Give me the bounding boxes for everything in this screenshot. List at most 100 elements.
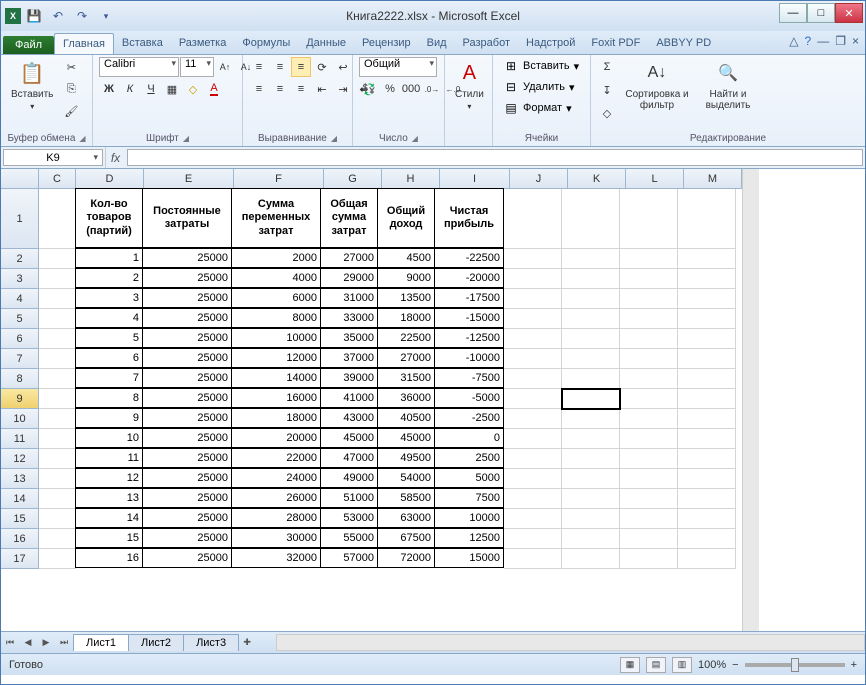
cell-K14[interactable] [562, 489, 620, 509]
horizontal-scrollbar[interactable] [276, 634, 865, 651]
cell-F3[interactable]: 4000 [231, 268, 321, 288]
cell-E1[interactable]: Постоянные затраты [142, 188, 232, 248]
cell-I13[interactable]: 5000 [434, 468, 504, 488]
ribbon-minimize-icon[interactable]: △ [789, 34, 798, 48]
row-header-13[interactable]: 13 [1, 469, 39, 489]
cell-G1[interactable]: Общая сумма затрат [320, 188, 378, 248]
cell-H1[interactable]: Общий доход [377, 188, 435, 248]
cell-E11[interactable]: 25000 [142, 428, 232, 448]
copy-icon[interactable]: ⎘ [61, 79, 81, 99]
row-header-3[interactable]: 3 [1, 269, 39, 289]
cell-C10[interactable] [39, 409, 76, 429]
cell-C14[interactable] [39, 489, 76, 509]
cell-L3[interactable] [620, 269, 678, 289]
cell-F5[interactable]: 8000 [231, 308, 321, 328]
zoom-out-icon[interactable]: − [732, 659, 738, 671]
cell-J9[interactable] [504, 389, 562, 409]
doc-restore-icon[interactable]: ❐ [835, 34, 846, 48]
col-header-E[interactable]: E [144, 169, 234, 189]
decrease-indent-icon[interactable]: ⇤ [312, 79, 332, 99]
row-header-17[interactable]: 17 [1, 549, 39, 569]
cell-F15[interactable]: 28000 [231, 508, 321, 528]
col-header-G[interactable]: G [324, 169, 382, 189]
file-tab[interactable]: Файл [3, 36, 54, 54]
cell-K9[interactable] [562, 389, 620, 409]
cell-F6[interactable]: 10000 [231, 328, 321, 348]
cell-D12[interactable]: 11 [75, 448, 143, 468]
cell-K15[interactable] [562, 509, 620, 529]
cell-I12[interactable]: 2500 [434, 448, 504, 468]
ribbon-tab-2[interactable]: Разметка [171, 33, 235, 54]
cell-D5[interactable]: 4 [75, 308, 143, 328]
cell-D3[interactable]: 2 [75, 268, 143, 288]
cell-C12[interactable] [39, 449, 76, 469]
row-header-5[interactable]: 5 [1, 309, 39, 329]
vertical-scrollbar[interactable] [742, 169, 759, 631]
sheet-tab-2[interactable]: Лист3 [183, 634, 239, 651]
doc-close-icon[interactable]: × [852, 34, 859, 48]
cell-I14[interactable]: 7500 [434, 488, 504, 508]
row-header-16[interactable]: 16 [1, 529, 39, 549]
cell-D13[interactable]: 12 [75, 468, 143, 488]
row-header-2[interactable]: 2 [1, 249, 39, 269]
cell-L4[interactable] [620, 289, 678, 309]
cell-L6[interactable] [620, 329, 678, 349]
number-dialog-icon[interactable]: ◢ [412, 134, 418, 143]
cell-L7[interactable] [620, 349, 678, 369]
cell-G12[interactable]: 47000 [320, 448, 378, 468]
cell-H16[interactable]: 67500 [377, 528, 435, 548]
cell-F11[interactable]: 20000 [231, 428, 321, 448]
cell-D4[interactable]: 3 [75, 288, 143, 308]
cell-L9[interactable] [620, 389, 678, 409]
col-header-L[interactable]: L [626, 169, 684, 189]
row-header-12[interactable]: 12 [1, 449, 39, 469]
cell-H5[interactable]: 18000 [377, 308, 435, 328]
row-header-1[interactable]: 1 [1, 189, 39, 249]
cell-E13[interactable]: 25000 [142, 468, 232, 488]
align-dialog-icon[interactable]: ◢ [331, 134, 337, 143]
cell-G5[interactable]: 33000 [320, 308, 378, 328]
cell-G7[interactable]: 37000 [320, 348, 378, 368]
cell-M7[interactable] [678, 349, 736, 369]
cell-F14[interactable]: 26000 [231, 488, 321, 508]
cell-C15[interactable] [39, 509, 76, 529]
cell-F8[interactable]: 14000 [231, 368, 321, 388]
cell-E2[interactable]: 25000 [142, 248, 232, 268]
cell-M11[interactable] [678, 429, 736, 449]
increase-indent-icon[interactable]: ⇥ [333, 79, 353, 99]
cell-G6[interactable]: 35000 [320, 328, 378, 348]
cell-C7[interactable] [39, 349, 76, 369]
cell-K8[interactable] [562, 369, 620, 389]
styles-button[interactable]: A Стили ▾ [451, 57, 488, 113]
row-header-15[interactable]: 15 [1, 509, 39, 529]
cell-C16[interactable] [39, 529, 76, 549]
cell-D15[interactable]: 14 [75, 508, 143, 528]
cell-C4[interactable] [39, 289, 76, 309]
cell-E8[interactable]: 25000 [142, 368, 232, 388]
cell-C13[interactable] [39, 469, 76, 489]
cell-C6[interactable] [39, 329, 76, 349]
cell-L13[interactable] [620, 469, 678, 489]
cell-H6[interactable]: 22500 [377, 328, 435, 348]
minimize-button[interactable]: — [779, 3, 807, 23]
cell-D8[interactable]: 7 [75, 368, 143, 388]
cell-F13[interactable]: 24000 [231, 468, 321, 488]
clipboard-dialog-icon[interactable]: ◢ [79, 134, 85, 143]
cell-I9[interactable]: -5000 [434, 388, 504, 408]
cell-K10[interactable] [562, 409, 620, 429]
cell-C2[interactable] [39, 249, 76, 269]
col-header-I[interactable]: I [440, 169, 510, 189]
font-dialog-icon[interactable]: ◢ [183, 134, 189, 143]
cell-D11[interactable]: 10 [75, 428, 143, 448]
insert-cells-button[interactable]: ⊞Вставить ▾ [499, 57, 583, 75]
cell-I2[interactable]: -22500 [434, 248, 504, 268]
cell-H14[interactable]: 58500 [377, 488, 435, 508]
cell-F17[interactable]: 32000 [231, 548, 321, 568]
cell-J16[interactable] [504, 529, 562, 549]
ribbon-tab-7[interactable]: Разработ [455, 33, 518, 54]
cell-E14[interactable]: 25000 [142, 488, 232, 508]
cell-D16[interactable]: 15 [75, 528, 143, 548]
row-header-8[interactable]: 8 [1, 369, 39, 389]
cell-M3[interactable] [678, 269, 736, 289]
cell-M4[interactable] [678, 289, 736, 309]
